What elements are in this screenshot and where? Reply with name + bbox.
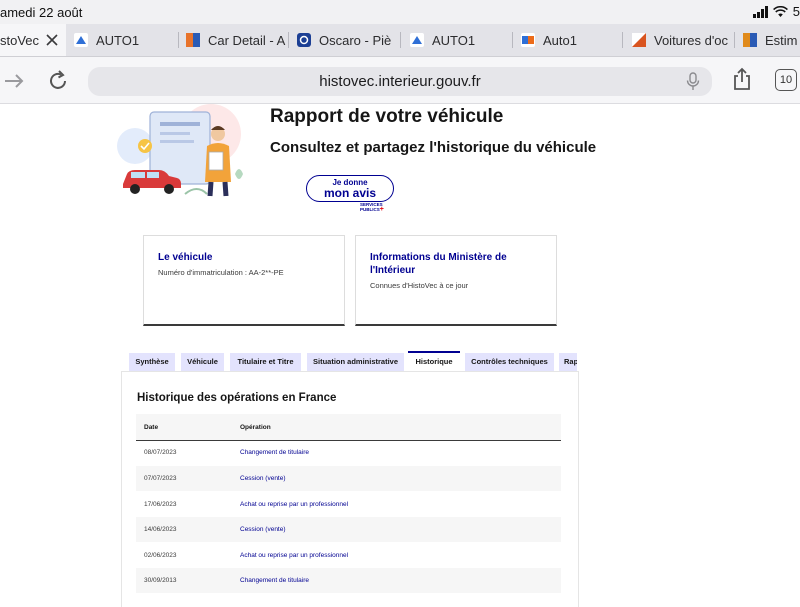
url-text: histovec.interieur.gouv.fr [319,73,481,90]
tab-label: Auto1 [543,32,577,48]
row-date: 02/06/2023 [144,552,177,559]
services-publics-logo: SERVICES PUBLICS+ [360,202,384,213]
browser-tab[interactable]: Oscaro - Piè [288,24,400,56]
table-row: 07/07/2023 Cession (vente) [136,466,561,491]
report-tabs: Synthèse Véhicule Titulaire et Titre Sit… [129,351,577,371]
table-row: 08/07/2023 Changement de titulaire [136,440,561,465]
table-row: 02/06/2023 Achat ou reprise par un profe… [136,543,561,568]
history-table-header: Date Opération [136,414,561,441]
browser-tab[interactable]: Car Detail - A [178,24,286,56]
row-operation: Achat ou reprise par un professionnel [240,501,349,508]
row-operation: Achat ou reprise par un professionnel [240,552,349,559]
browser-tab[interactable]: Auto1 [512,24,622,56]
tab-favicon-icon [297,33,311,47]
tab-situation-administrative[interactable]: Situation administrative [307,353,404,371]
card-title: Informations du Ministère de l'Intérieur [370,252,507,276]
tab-favicon-icon [632,33,646,47]
page-content: Rapport de votre véhicule Consultez et p… [0,104,800,607]
table-row: 30/09/2013 Changement de titulaire [136,568,561,593]
signal-icon [752,5,768,18]
microphone-icon[interactable] [686,72,700,91]
wifi-icon [772,5,788,17]
address-bar[interactable]: histovec.interieur.gouv.fr [88,67,712,96]
row-operation: Cession (vente) [240,475,286,482]
status-bar: amedi 22 août 5 [0,0,800,24]
row-operation: Cession (vente) [240,526,286,533]
tab-favicon-icon [186,33,200,47]
share-icon[interactable] [730,67,754,91]
page-title: Rapport de votre véhicule [270,106,504,127]
tab-synthese[interactable]: Synthèse [129,353,175,371]
tab-label: AUTO1 [432,32,476,48]
tab-label: Estim [765,32,798,48]
browser-tab[interactable]: AUTO1 [400,24,510,56]
column-operation: Opération [240,424,271,431]
tab-favicon-icon [74,33,88,47]
ministry-info-card[interactable]: Informations du Ministère de l'Intérieur… [355,235,557,326]
vehicle-card[interactable]: Le véhicule Numéro d'immatriculation : A… [143,235,345,326]
browser-tab[interactable]: AUTO1 [74,24,176,56]
tab-label: Car Detail - A [208,32,286,48]
tab-favicon-icon [410,33,424,47]
tab-favicon-icon [521,33,535,47]
row-operation: Changement de titulaire [240,449,310,456]
vehicle-report-illustration [117,104,243,197]
tab-controles-techniques[interactable]: Contrôles techniques [465,353,554,371]
row-date: 14/06/2023 [144,526,177,533]
browser-toolbar: histovec.interieur.gouv.fr 10 [0,57,800,104]
tab-titulaire[interactable]: Titulaire et Titre [230,353,301,371]
card-description: Connues d'HistoVec à ce jour [370,281,469,290]
tab-label: stoVec [0,32,40,48]
row-date: 30/09/2013 [144,577,177,584]
tab-label: Oscaro - Piè [319,32,392,48]
browser-tab[interactable]: Voitures d'oc [622,24,734,56]
row-date: 17/06/2023 [144,501,177,508]
browser-tab-active[interactable]: stoVec [0,24,66,56]
row-date: 08/07/2023 [144,449,177,456]
give-feedback-button[interactable]: Je donne mon avis [306,175,394,202]
table-row: 14/06/2023 Cession (vente) [136,517,561,542]
status-icons: 5 [752,4,800,19]
column-date: Date [144,424,159,431]
tab-label: AUTO1 [96,32,140,48]
tab-rapport[interactable]: Rap [559,353,577,371]
tab-label: Voitures d'oc [654,32,729,48]
tab-historique[interactable]: Historique [408,351,460,371]
tabs-icon[interactable]: 10 [775,69,797,91]
row-date: 07/07/2023 [144,475,177,482]
forward-icon[interactable] [2,69,26,93]
history-title: Historique des opérations en France [137,392,337,404]
battery-percent: 5 [792,4,800,19]
close-icon[interactable] [43,31,61,49]
row-operation: Changement de titulaire [240,577,310,584]
reload-icon[interactable] [46,69,70,93]
feedback-line2: mon avis [323,186,377,200]
tab-vehicule[interactable]: Véhicule [181,353,224,371]
status-time: amedi 22 août [0,5,83,20]
page-subtitle: Consultez et partagez l'historique du vé… [270,139,597,156]
card-title: Le véhicule [158,252,213,263]
tab-favicon-icon [743,33,757,47]
browser-tab-bar: stoVec AUTO1 Car Detail - A Oscaro - Piè… [0,24,800,57]
table-row: 17/06/2023 Achat ou reprise par un profe… [136,492,561,517]
card-description: Numéro d'immatriculation : AA-2**-PE [158,268,284,277]
browser-tab[interactable]: Estim [734,24,800,56]
